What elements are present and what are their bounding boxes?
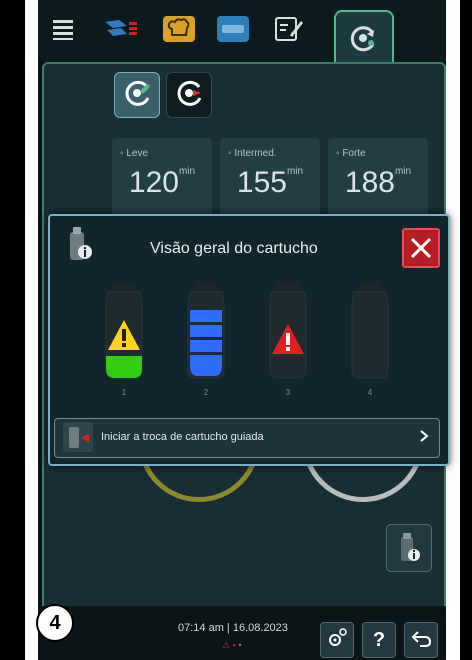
warning-indicator-icon: ⚠ xyxy=(222,640,231,650)
gear-icon xyxy=(326,627,348,654)
cartridge-info-icon xyxy=(68,226,94,267)
program-duration: 155min xyxy=(236,166,304,199)
program-label: ◦ Intermed. xyxy=(228,148,277,159)
cartridge-3[interactable] xyxy=(266,280,310,380)
back-arrow-icon xyxy=(410,628,432,653)
program-card-forte[interactable]: ◦ Forte 188min xyxy=(328,138,428,218)
edit-list-icon[interactable] xyxy=(272,14,306,44)
question-icon: ? xyxy=(372,628,386,651)
cleaning-icon xyxy=(346,22,380,61)
status-indicators: ⚠ ▪ • xyxy=(222,640,241,651)
water-indicator-icon: • xyxy=(238,640,242,650)
cartridge-number: 1 xyxy=(121,388,127,397)
gastronorm-tray-icon[interactable] xyxy=(100,14,140,44)
close-icon xyxy=(410,237,432,259)
cartridge-1[interactable] xyxy=(102,280,146,380)
cartridge-4[interactable] xyxy=(348,280,392,380)
cartridge-overview-button[interactable] xyxy=(386,524,432,572)
right-frame xyxy=(460,0,472,660)
tab-care-cleaning[interactable] xyxy=(166,72,212,118)
bottom-status-bar: 07:14 am | 16.08.2023 ⚠ ▪ • ? xyxy=(38,606,446,660)
cartridge-2[interactable] xyxy=(184,280,228,380)
chevron-right-icon xyxy=(419,429,429,446)
help-button[interactable]: ? xyxy=(362,622,396,658)
cartridge-number: 4 xyxy=(367,388,373,397)
care-cleaning-icon xyxy=(173,77,205,114)
menu-icon[interactable] xyxy=(46,14,80,44)
left-frame xyxy=(0,0,25,660)
program-card-leve[interactable]: ◦ Leve 120min xyxy=(112,138,212,218)
cooking-program-icon[interactable] xyxy=(216,14,250,44)
start-button-label: Iniciar a troca de cartucho guiada xyxy=(101,431,264,443)
clock: 07:14 am | 16.08.2023 xyxy=(178,622,288,634)
top-nav-bar xyxy=(38,0,446,66)
program-label: ◦ Leve xyxy=(120,148,149,159)
step-number-badge: 4 xyxy=(36,604,74,642)
cartridge-number: 3 xyxy=(285,388,291,397)
close-button[interactable] xyxy=(402,228,440,268)
program-duration: 188min xyxy=(344,166,412,199)
program-card-intermed[interactable]: ◦ Intermed. 155min xyxy=(220,138,320,218)
program-label: ◦ Forte xyxy=(336,148,366,159)
tab-cleaning[interactable] xyxy=(334,10,394,66)
back-button[interactable] xyxy=(404,622,438,658)
care-icon xyxy=(121,77,153,114)
chef-hat-icon[interactable] xyxy=(162,14,196,44)
cartridge-swap-icon xyxy=(63,422,93,452)
tab-care[interactable] xyxy=(114,72,160,118)
cartridge-info-icon xyxy=(399,533,421,568)
d-indicator-icon: ▪ xyxy=(232,640,236,650)
dialog-title: Visão geral do cartucho xyxy=(150,240,318,257)
cartridge-overview-dialog: Visão geral do cartucho 1 2 3 4 Iniciar … xyxy=(48,214,450,466)
program-duration: 120min xyxy=(128,166,196,199)
start-guided-cartridge-change-button[interactable]: Iniciar a troca de cartucho guiada xyxy=(54,418,440,458)
cartridge-number: 2 xyxy=(203,388,209,397)
settings-button[interactable] xyxy=(320,622,354,658)
